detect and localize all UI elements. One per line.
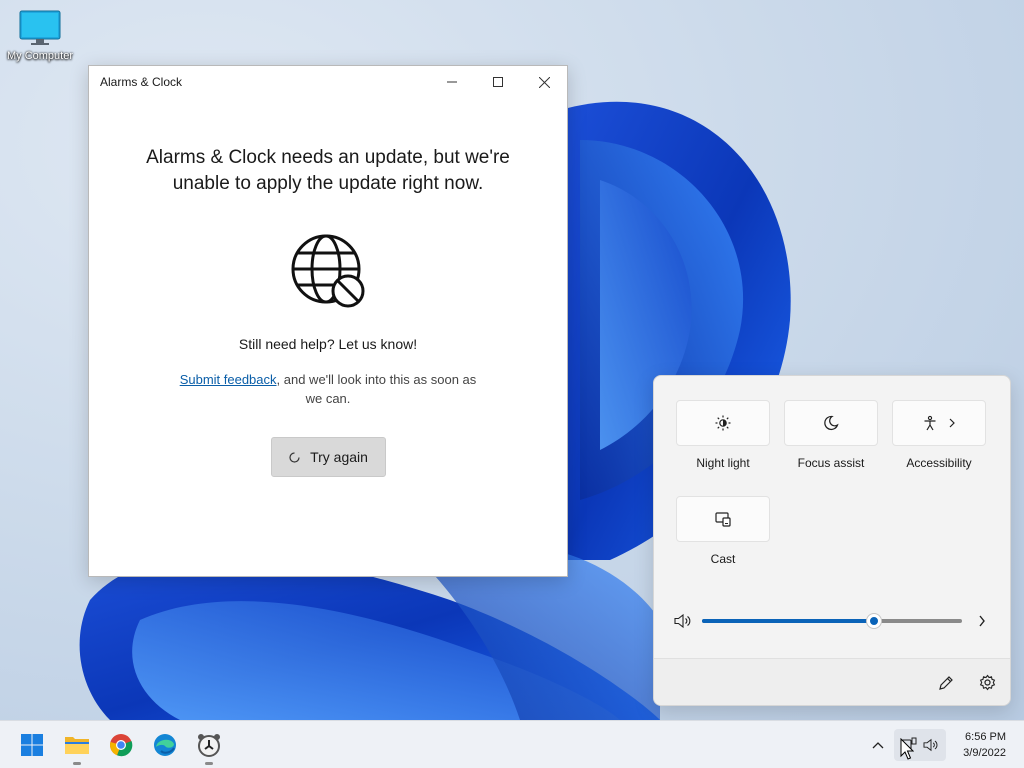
show-hidden-icons-button[interactable] — [864, 729, 892, 761]
volume-row — [674, 611, 994, 631]
taskbar-alarms-clock[interactable] — [193, 729, 225, 765]
globe-blocked-icon — [290, 233, 366, 309]
accessibility-icon — [924, 415, 936, 431]
chevron-right-icon[interactable] — [978, 615, 986, 627]
accessibility-toggle[interactable] — [892, 400, 986, 446]
volume-slider-thumb[interactable] — [866, 614, 881, 628]
tray-clock[interactable]: 6:56 PM 3/9/2022 — [963, 729, 1006, 761]
volume-icon — [923, 738, 938, 752]
chevron-right-icon[interactable] — [948, 418, 956, 428]
running-indicator — [205, 762, 213, 765]
chrome-icon — [110, 734, 133, 757]
app-window: Alarms & Clock Alarms & Clock needs an u… — [88, 65, 568, 577]
speaker-icon[interactable] — [674, 613, 692, 629]
accessibility-label: Accessibility — [906, 456, 972, 470]
close-button[interactable] — [521, 66, 567, 98]
taskbar-chrome[interactable] — [105, 729, 137, 761]
cast-label: Cast — [710, 552, 736, 566]
try-again-label: Try again — [310, 449, 368, 465]
focus-assist-label: Focus assist — [797, 456, 865, 470]
maximize-button[interactable] — [475, 66, 521, 98]
folder-icon — [65, 737, 89, 754]
windows-start-icon — [21, 734, 43, 756]
maximize-icon — [493, 77, 503, 87]
brightness-icon — [715, 415, 731, 431]
help-text: Still need help? Let us know! — [238, 336, 418, 352]
pencil-icon[interactable] — [938, 675, 954, 691]
quick-settings-panel: Night light Focus assist Accessibility C… — [653, 375, 1011, 706]
title-bar[interactable]: Alarms & Clock — [89, 66, 567, 98]
running-indicator — [73, 762, 81, 765]
desktop-icon-label: My Computer — [6, 50, 74, 62]
night-light-toggle[interactable] — [676, 400, 770, 446]
error-headline: Alarms & Clock needs an update, but we'r… — [146, 147, 510, 194]
night-light-label: Night light — [696, 456, 750, 470]
taskbar-file-explorer[interactable] — [61, 729, 93, 765]
window-title: Alarms & Clock — [100, 75, 183, 89]
mouse-cursor — [900, 738, 914, 760]
cast-toggle[interactable] — [676, 496, 770, 542]
monitor-icon — [18, 10, 62, 45]
clock-date: 3/9/2022 — [963, 747, 1006, 759]
volume-slider-fill — [702, 619, 874, 623]
chevron-up-icon — [872, 742, 884, 749]
taskbar: 6:56 PM 3/9/2022 — [0, 720, 1024, 768]
update-error-panel: Alarms & Clock needs an update, but we'r… — [89, 145, 567, 477]
gear-icon[interactable] — [979, 674, 996, 691]
focus-assist-toggle[interactable] — [784, 400, 878, 446]
quick-settings-footer — [654, 658, 1010, 705]
minimize-icon — [447, 81, 457, 83]
alarm-clock-icon — [198, 734, 220, 757]
cast-icon — [715, 512, 731, 527]
moon-icon — [824, 415, 839, 431]
clock-time: 6:56 PM — [965, 731, 1006, 743]
edge-icon — [154, 734, 176, 756]
volume-slider[interactable] — [702, 614, 962, 628]
try-again-button[interactable]: Try again — [270, 437, 386, 477]
feedback-text: Submit feedback, and we'll look into thi… — [178, 370, 478, 408]
refresh-icon — [289, 451, 300, 463]
close-icon — [538, 76, 550, 88]
start-button[interactable] — [16, 729, 48, 761]
feedback-description: , and we'll look into this as soon as we… — [276, 372, 477, 406]
taskbar-edge[interactable] — [149, 729, 181, 761]
desktop-icon-my-computer[interactable]: My Computer — [0, 10, 80, 62]
submit-feedback-link[interactable]: Submit feedback — [180, 372, 277, 387]
minimize-button[interactable] — [429, 66, 475, 98]
